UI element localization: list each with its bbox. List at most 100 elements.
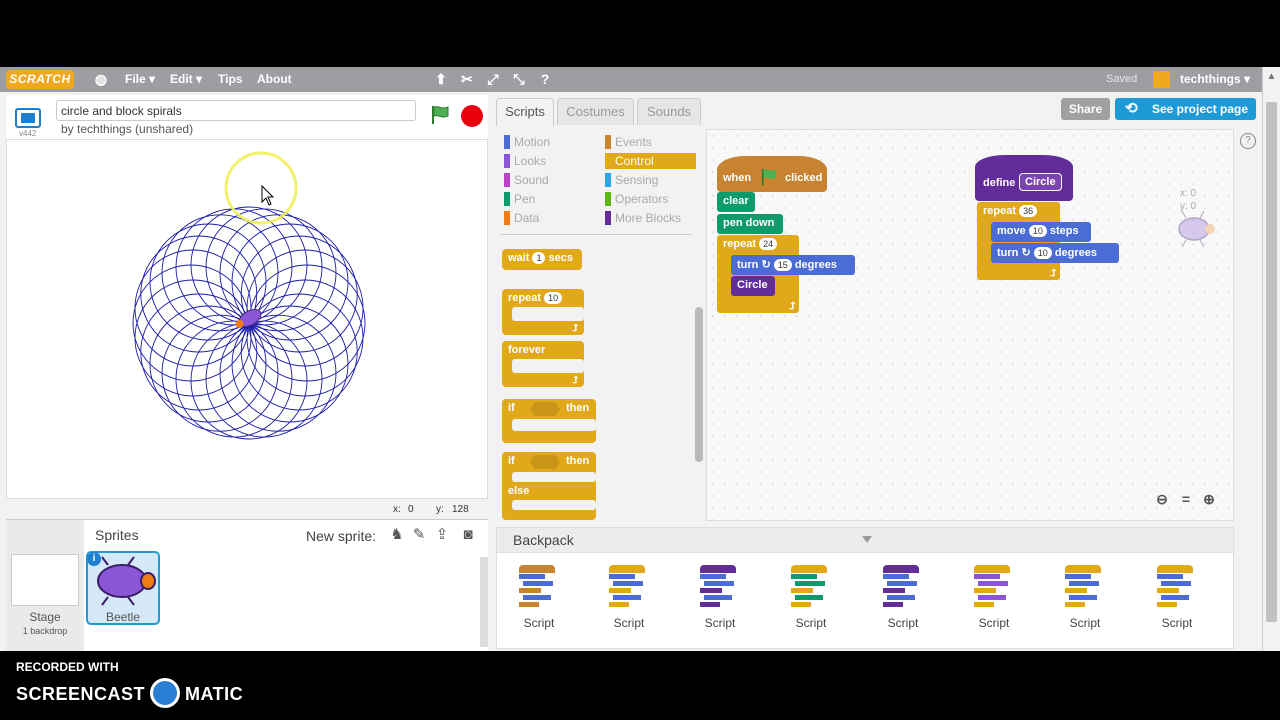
scratch-logo[interactable]: SCRATCH	[6, 70, 74, 89]
stage-selector[interactable]: Stage 1 backdrop	[6, 520, 84, 651]
zoom-out-icon[interactable]: ⊖	[1154, 491, 1170, 507]
mouse-y-label: y:	[436, 504, 444, 515]
see-project-label: See project page	[1152, 102, 1249, 116]
help-icon[interactable]: ?	[1240, 133, 1256, 149]
category-motion[interactable]: Motion	[504, 134, 594, 150]
mouse-x-label: x:	[393, 504, 401, 515]
stage-canvas[interactable]	[6, 139, 488, 499]
turn-degrees-block[interactable]: turn ↻ 10 degrees	[991, 243, 1119, 263]
zoom-in-icon[interactable]: ⊕	[1201, 491, 1217, 507]
move-steps-block[interactable]: move 10 steps	[991, 222, 1091, 242]
screencast-logo-icon	[150, 678, 181, 708]
shrink-icon[interactable]: ⤡	[511, 71, 527, 87]
sprite-name-label: Beetle	[105, 610, 141, 624]
turn-degrees-block[interactable]: turn ↻ 15 degrees	[731, 255, 855, 275]
brand-left: SCREENCAST	[16, 683, 146, 704]
see-project-page-button[interactable]: ⟲ See project page	[1115, 98, 1256, 120]
page-scrollbar[interactable]	[1262, 92, 1280, 651]
user-avatar[interactable]	[1153, 71, 1170, 88]
sync-icon: ⟲	[1125, 100, 1138, 117]
backpack-script-item[interactable]: Script	[962, 565, 1026, 635]
backpack-item-label: Script	[523, 616, 555, 630]
stage-thumbnail[interactable]	[11, 554, 79, 606]
green-flag-icon[interactable]	[429, 105, 451, 125]
category-events[interactable]: Events	[605, 134, 696, 150]
if-then-block[interactable]: if then	[502, 399, 596, 443]
camera-icon[interactable]: ◙	[459, 526, 477, 544]
backpack-script-item[interactable]: Script	[1145, 565, 1209, 635]
backpack-toggle-icon[interactable]	[862, 536, 872, 543]
paint-sprite-icon[interactable]: ✎	[410, 526, 428, 544]
palette-scrollbar[interactable]	[695, 307, 703, 462]
wait-secs-block[interactable]: wait 1 secs	[502, 249, 582, 270]
backpack-script-item[interactable]: Script	[688, 565, 752, 635]
define-circle-block[interactable]: define Circle	[975, 155, 1073, 201]
backpack-script-item[interactable]: Script	[507, 565, 571, 635]
globe-icon[interactable]: ◍	[93, 71, 109, 87]
choose-sprite-icon[interactable]: ♞	[388, 526, 406, 544]
sprite-x: x: 0	[1180, 188, 1197, 199]
share-button[interactable]: Share	[1061, 98, 1110, 120]
rotate-cw-icon: ↻	[1021, 247, 1031, 259]
scratch-editor: SCRATCH ◍ File ▾ Edit ▾ Tips About ⬆ ✂ ⤢…	[0, 67, 1280, 651]
zoom-reset-icon[interactable]: =	[1178, 491, 1194, 507]
screencast-brand: SCREENCAST MATIC	[16, 678, 244, 710]
sprites-panel: Stage 1 backdrop Sprites New sprite: ♞ ✎…	[6, 519, 488, 651]
duplicate-stamp-icon[interactable]: ⬆	[433, 71, 449, 87]
sprite-y: y: 0	[1180, 201, 1197, 212]
backdrop-count: 1 backdrop	[22, 626, 68, 636]
category-more-blocks[interactable]: More Blocks	[605, 210, 696, 226]
grow-icon[interactable]: ⤢	[485, 71, 501, 87]
menu-tips[interactable]: Tips	[218, 72, 242, 86]
forever-block[interactable]: forever ⮥	[502, 341, 584, 387]
when-flag-clicked-block[interactable]: when clicked	[717, 156, 827, 192]
category-looks[interactable]: Looks	[504, 153, 594, 169]
tab-scripts[interactable]: Scripts	[496, 98, 554, 126]
mouse-x-value: 0	[408, 504, 414, 515]
sprite-info-icon[interactable]: i	[87, 552, 101, 566]
delete-scissors-icon[interactable]: ✂	[459, 71, 475, 87]
sprite-list-scrollbar[interactable]	[480, 557, 488, 647]
stop-icon[interactable]	[461, 105, 483, 127]
screen-frame: SCRATCH ◍ File ▾ Edit ▾ Tips About ⬆ ✂ ⤢…	[0, 0, 1280, 720]
clear-block[interactable]: clear	[717, 192, 755, 212]
scroll-up-arrow[interactable]: ▲	[1262, 67, 1280, 92]
menu-bar: SCRATCH ◍ File ▾ Edit ▾ Tips About ⬆ ✂ ⤢…	[0, 67, 1280, 92]
rotate-cw-icon: ↻	[761, 259, 771, 271]
backpack-script-item[interactable]: Script	[871, 565, 935, 635]
if-then-else-block[interactable]: if then else	[502, 452, 596, 520]
category-sensing[interactable]: Sensing	[605, 172, 696, 188]
tab-costumes[interactable]: Costumes	[557, 98, 634, 125]
project-title-input[interactable]	[56, 100, 416, 121]
menu-file[interactable]: File ▾	[125, 72, 155, 86]
stage-drawing	[132, 151, 366, 440]
repeat-block[interactable]: repeat 10 ⮥	[502, 289, 584, 335]
category-data[interactable]: Data	[504, 210, 594, 226]
version-label: v442	[19, 129, 37, 138]
menu-edit[interactable]: Edit ▾	[170, 72, 202, 86]
upload-sprite-icon[interactable]: ⇪	[433, 526, 451, 544]
palette-divider	[500, 234, 692, 235]
category-operators[interactable]: Operators	[605, 191, 696, 207]
backpack-item-label: Script	[1069, 616, 1101, 630]
category-control[interactable]: Control	[605, 153, 696, 169]
tab-sounds[interactable]: Sounds	[637, 98, 701, 125]
green-flag-icon	[761, 168, 777, 186]
brand-right: MATIC	[185, 683, 244, 704]
block-palette: Motion Looks Sound Pen Data Events Contr…	[496, 129, 706, 521]
category-pen[interactable]: Pen	[504, 191, 594, 207]
screencast-watermark: RECORDED WITH SCREENCAST MATIC	[16, 660, 243, 708]
backpack-script-item[interactable]: Script	[1053, 565, 1117, 635]
backpack-script-item[interactable]: Script	[597, 565, 661, 635]
backpack-panel: Backpack Script Script Script Script Script S…	[496, 527, 1234, 649]
menu-about[interactable]: About	[257, 72, 292, 86]
pen-down-block[interactable]: pen down	[717, 214, 783, 234]
user-menu[interactable]: techthings ▾	[1180, 72, 1250, 86]
sprite-preview-icon	[1178, 210, 1215, 248]
category-sound[interactable]: Sound	[504, 172, 594, 188]
backpack-script-item[interactable]: Script	[779, 565, 843, 635]
fullscreen-icon[interactable]	[15, 108, 41, 128]
project-byline: by techthings (unshared)	[61, 122, 194, 136]
help-block-icon[interactable]: ?	[537, 71, 553, 87]
circle-call-block[interactable]: Circle	[731, 276, 775, 296]
